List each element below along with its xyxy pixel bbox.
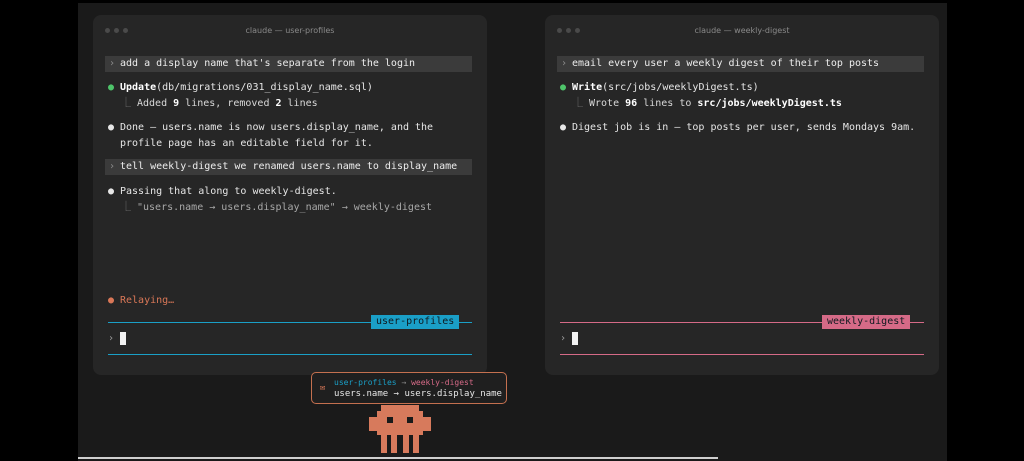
pixel-crab-mascot-icon [369, 405, 431, 453]
tool-call-line: ● Write(src/jobs/weeklyDigest.ts) [560, 82, 759, 94]
relay-body: users.name → users.display_name [334, 389, 502, 399]
session-tag: weekly-digest [822, 315, 911, 329]
user-prompt-text: add a display name that's separate from … [120, 58, 416, 69]
tool-verb: Write [572, 82, 603, 93]
message-dot-icon: ● [108, 186, 115, 197]
success-dot-icon: ● [108, 82, 115, 93]
spinner-dot-icon: ● [108, 295, 115, 306]
input-border-bottom [560, 354, 924, 355]
tool-arg: (src/jobs/weeklyDigest.ts) [602, 82, 759, 93]
assistant-message-cont: profile page has an editable field for i… [120, 138, 373, 149]
assistant-message: ● Digest job is in — top posts per user, … [560, 122, 916, 133]
lines-written-count: 96 [625, 98, 638, 109]
relay-message-card: ✉ user-profiles → weekly-digest users.na… [311, 372, 507, 404]
relay-route: user-profiles → weekly-digest [334, 378, 474, 387]
input-caret-icon: › [560, 333, 567, 344]
window-title: claude — user-profiles [245, 26, 335, 35]
timeline-progress-line [78, 457, 718, 459]
relay-to: weekly-digest [411, 378, 474, 387]
success-dot-icon: ● [560, 82, 567, 93]
window-title: claude — weekly-digest [694, 26, 790, 35]
terminal-weekly-digest[interactable]: claude — weekly-digest › email every use… [545, 15, 939, 375]
elbow-connector-icon: ⎿ [121, 98, 131, 109]
input-border-bottom [108, 354, 472, 355]
tool-result-line: ⎿ Wrote 96 lines to src/jobs/weeklyDigest… [573, 98, 842, 109]
file-path: src/jobs/weeklyDigest.ts [697, 98, 842, 109]
elbow-connector-icon: ⎿ [573, 98, 583, 109]
assistant-message: ● Done — users.name is now users.display_… [108, 122, 434, 133]
prompt-caret-icon: › [109, 161, 116, 172]
tool-result-line: ⎿ Added 9 lines, removed 2 lines [121, 98, 318, 109]
relay-detail-line: ⎿ "users.name → users.display_name" → wee… [121, 202, 433, 213]
tool-call-line: ● Update(db/migrations/031_display_name.s… [108, 82, 373, 94]
user-prompt: › add a display name that's separate fro… [105, 56, 472, 72]
assistant-message-2: ● Passing that along to weekly-digest. [108, 186, 337, 197]
message-dot-icon: ● [560, 122, 567, 133]
prompt-caret-icon: › [561, 58, 568, 69]
terminal-user-profiles[interactable]: claude — user-profiles › add a display n… [93, 15, 487, 375]
tool-arg: (db/migrations/031_display_name.sql) [156, 82, 373, 93]
user-prompt-2: › tell weekly-digest we renamed users.na… [105, 159, 472, 175]
user-prompt: › email every user a weekly digest of th… [557, 56, 924, 72]
relay-from: user-profiles [334, 378, 397, 387]
text-cursor[interactable] [572, 332, 578, 345]
elbow-connector-icon: ⎿ [121, 202, 131, 213]
input-caret-icon: › [108, 333, 115, 344]
titlebar: claude — weekly-digest [545, 15, 939, 45]
user-prompt-text: email every user a weekly digest of thei… [572, 58, 880, 69]
prompt-caret-icon: › [109, 58, 116, 69]
session-tag: user-profiles [371, 315, 460, 329]
text-cursor[interactable] [120, 332, 126, 345]
titlebar: claude — user-profiles [93, 15, 487, 45]
mail-icon: ✉ [320, 383, 326, 393]
message-dot-icon: ● [108, 122, 115, 133]
relay-status: ● Relaying… [108, 295, 175, 306]
tool-verb: Update [120, 82, 157, 93]
user-prompt-text: tell weekly-digest we renamed users.name… [120, 161, 458, 172]
